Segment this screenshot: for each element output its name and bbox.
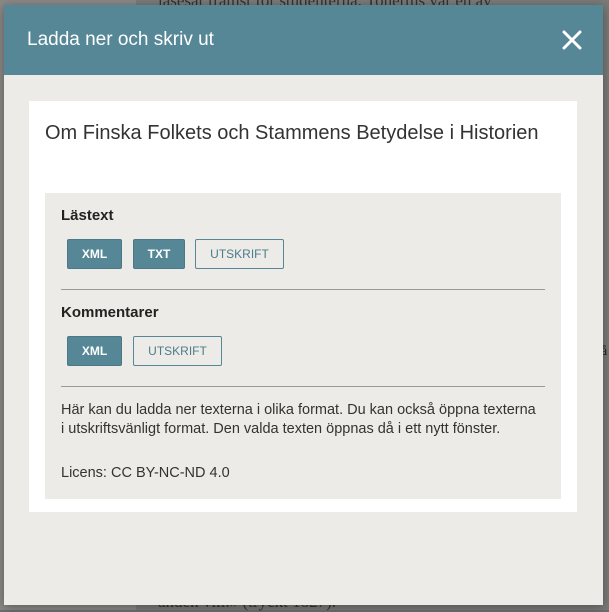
download-options-panel: Lästext XML TXT UTSKRIFT Kommentarer XML…: [45, 193, 561, 499]
lastext-print-button[interactable]: UTSKRIFT: [195, 239, 284, 269]
lastext-xml-button[interactable]: XML: [67, 239, 122, 269]
kommentarer-xml-button[interactable]: XML: [67, 336, 122, 366]
license-text: Licens: CC BY-NC-ND 4.0: [61, 465, 230, 481]
section-divider: [61, 386, 545, 387]
document-card: Om Finska Folkets och Stammens Betydelse…: [29, 101, 577, 512]
close-icon: [562, 30, 582, 50]
close-button[interactable]: [559, 27, 585, 53]
section-label-kommentarer: Kommentarer: [61, 304, 159, 321]
dialog-header: Ladda ner och skriv ut: [4, 5, 603, 75]
section-label-lastext: Lästext: [61, 207, 114, 224]
lastext-txt-button[interactable]: TXT: [133, 239, 185, 269]
document-title: Om Finska Folkets och Stammens Betydelse…: [45, 122, 539, 144]
download-description: Här kan du ladda ner texterna i olika fo…: [61, 402, 536, 437]
kommentarer-print-button[interactable]: UTSKRIFT: [133, 336, 222, 366]
download-print-dialog: Ladda ner och skriv ut Om Finska Folkets…: [4, 5, 603, 605]
dialog-title: Ladda ner och skriv ut: [27, 29, 214, 50]
section-divider: [61, 289, 545, 290]
